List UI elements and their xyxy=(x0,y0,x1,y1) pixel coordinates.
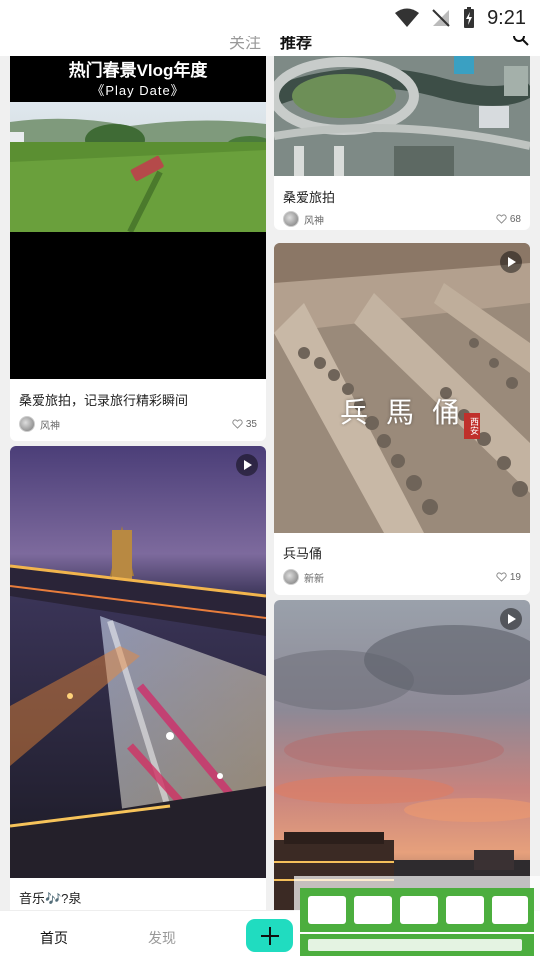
clock: 9:21 xyxy=(487,6,526,29)
avatar[interactable] xyxy=(19,416,35,432)
play-icon[interactable] xyxy=(500,251,522,273)
like-count[interactable]: 19 xyxy=(496,572,521,583)
feed-card[interactable]: 音乐🎶?泉 xyxy=(10,446,266,910)
card-meta: 风神 35 xyxy=(19,415,257,433)
tab-discover[interactable]: 发现 xyxy=(148,928,176,948)
play-icon[interactable] xyxy=(236,454,258,476)
feed-card[interactable]: 兵馬俑 西安 兵马俑 新新 19 xyxy=(274,243,530,595)
sunset-cityscape-image xyxy=(274,600,530,910)
author-name[interactable]: 风神 xyxy=(304,212,324,227)
video-thumbnail[interactable]: 兵馬俑 西安 xyxy=(274,243,530,533)
like-count[interactable]: 35 xyxy=(232,419,257,430)
thumbnail-overlay-title: 热门春景Vlog年度 xyxy=(68,61,208,80)
heart-icon[interactable] xyxy=(496,572,507,582)
card-meta: 新新 19 xyxy=(283,568,521,586)
thumbnail-stamp: 西安 xyxy=(464,413,480,439)
video-thumbnail[interactable] xyxy=(274,56,530,176)
night-fountain-image xyxy=(10,446,266,878)
like-count[interactable]: 68 xyxy=(496,214,521,225)
thumbnail-overlay-text: 兵馬俑 xyxy=(340,396,479,429)
video-thumbnail[interactable]: 热门春景Vlog年度 《Play Date》 xyxy=(10,56,266,379)
card-title[interactable]: 兵马俑 xyxy=(283,543,322,562)
feed-card[interactable]: 热门春景Vlog年度 《Play Date》 桑爱旅拍，记录旅行精彩瞬间 风神 xyxy=(10,56,266,441)
card-title[interactable]: 桑爱旅拍 xyxy=(283,187,335,206)
feed[interactable]: 热门春景Vlog年度 《Play Date》 桑爱旅拍，记录旅行精彩瞬间 风神 xyxy=(0,56,540,910)
terracotta-army-image xyxy=(274,243,530,533)
overpass-aerial-image xyxy=(274,56,530,176)
likes-number: 35 xyxy=(245,418,257,430)
avatar[interactable] xyxy=(283,569,299,585)
video-thumbnail[interactable] xyxy=(274,600,530,910)
tab-home[interactable]: 首页 xyxy=(40,928,68,948)
play-icon[interactable] xyxy=(500,608,522,630)
feed-card[interactable]: 桑爱旅拍 风神 68 xyxy=(274,56,530,230)
status-bar: 9:21 xyxy=(0,0,540,36)
no-signal-icon xyxy=(432,9,450,27)
likes-number: 68 xyxy=(509,213,521,225)
author-name[interactable]: 新新 xyxy=(304,570,324,585)
feed-card[interactable] xyxy=(274,600,530,910)
heart-icon[interactable] xyxy=(232,419,243,429)
card-title[interactable]: 桑爱旅拍，记录旅行精彩瞬间 xyxy=(19,390,188,409)
avatar[interactable] xyxy=(283,211,299,227)
wifi-icon xyxy=(395,8,420,27)
author-name[interactable]: 风神 xyxy=(40,417,60,432)
heart-icon[interactable] xyxy=(496,214,507,224)
thumbnail-overlay-subtitle: 《Play Date》 xyxy=(91,83,185,98)
card-meta: 风神 68 xyxy=(283,210,521,228)
train-landscape-image xyxy=(10,102,266,232)
add-post-button[interactable] xyxy=(246,919,293,952)
video-thumbnail[interactable] xyxy=(10,446,266,878)
battery-charging-icon xyxy=(464,7,475,28)
watermark-logo xyxy=(294,876,540,960)
card-title[interactable]: 音乐🎶?泉 xyxy=(19,888,81,907)
likes-number: 19 xyxy=(509,571,521,583)
